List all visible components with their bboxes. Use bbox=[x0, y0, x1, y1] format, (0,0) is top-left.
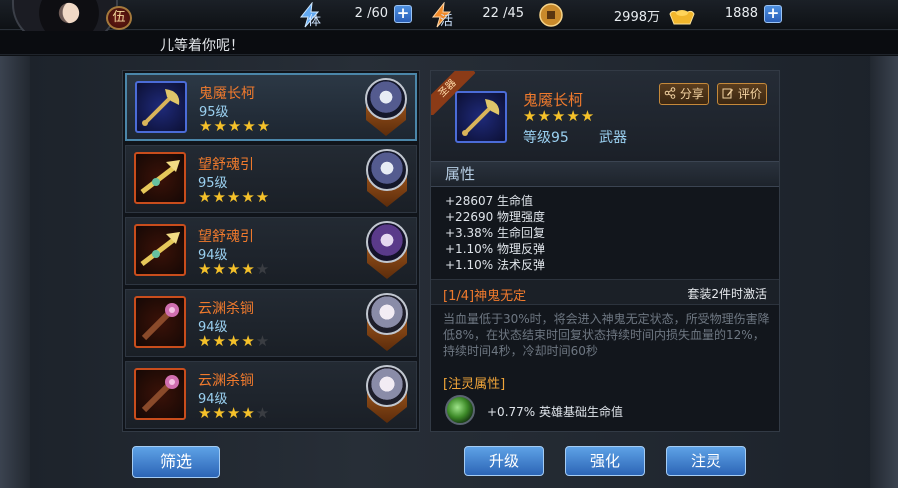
item-name: 云渊杀锏 bbox=[198, 301, 254, 317]
gold-plus-button[interactable]: + bbox=[764, 5, 782, 23]
hero-portrait bbox=[364, 365, 410, 425]
gold-stat: 1888 + bbox=[668, 4, 788, 26]
axe-icon bbox=[135, 81, 187, 133]
player-level-badge: 伍 bbox=[106, 6, 132, 30]
item-stars: ★★★★★ bbox=[198, 332, 271, 350]
attribute-line: +1.10% 法术反弹 bbox=[445, 258, 545, 272]
item-stars: ★★★★★ bbox=[199, 117, 272, 135]
share-icon bbox=[664, 87, 676, 99]
equipment-item[interactable]: 云渊杀锏 94级 ★★★★★ bbox=[125, 289, 417, 357]
axe-icon bbox=[455, 91, 507, 143]
set-activation: 套装2件时激活 bbox=[687, 287, 767, 301]
mace-icon bbox=[134, 296, 186, 348]
enhance-button[interactable]: 强化 bbox=[565, 446, 645, 476]
edit-icon bbox=[722, 88, 733, 99]
item-name: 云渊杀锏 bbox=[198, 373, 254, 389]
equipment-detail: 圣器 鬼魇长柯 ★★★★★ 等级95 武器 分享 评价 属性 +28607 生命… bbox=[430, 70, 780, 432]
item-stars: ★★★★★ bbox=[198, 188, 271, 206]
set-bonus-bar: [1/4]神鬼无定 套装2件时激活 bbox=[431, 279, 779, 305]
item-stars: ★★★★★ bbox=[198, 260, 271, 278]
share-label: 分享 bbox=[679, 87, 704, 101]
stamina-value: 2 /60 bbox=[354, 6, 388, 21]
attribute-line: +22690 物理强度 bbox=[445, 210, 546, 224]
hero-portrait bbox=[364, 221, 410, 281]
item-name: 鬼魇长柯 bbox=[199, 86, 255, 102]
scepter-icon bbox=[134, 224, 186, 276]
upgrade-button[interactable]: 升级 bbox=[464, 446, 544, 476]
spirit-value: +0.77% 英雄基础生命值 bbox=[487, 405, 623, 419]
detail-stars: ★★★★★ bbox=[523, 107, 596, 125]
set-name: [1/4]神鬼无定 bbox=[443, 289, 527, 304]
hero-portrait bbox=[363, 78, 409, 138]
stamina-stat: 体 2 /60 + bbox=[296, 2, 416, 29]
stamina-plus-button[interactable]: + bbox=[394, 5, 412, 23]
review-button[interactable]: 评价 bbox=[717, 83, 767, 105]
infuse-button[interactable]: 注灵 bbox=[666, 446, 746, 476]
attribute-line: +3.38% 生命回复 bbox=[445, 226, 545, 240]
stamina-label: 体 bbox=[308, 14, 322, 29]
gold-value: 1888 bbox=[724, 6, 758, 21]
announcement-marquee: 儿等着你呢！ bbox=[0, 31, 898, 55]
equipment-item[interactable]: 云渊杀锏 94级 ★★★★★ bbox=[125, 361, 417, 429]
scepter-icon bbox=[134, 152, 186, 204]
vitality-value: 22 /45 bbox=[482, 6, 524, 21]
vitality-label: 活 bbox=[440, 14, 454, 29]
share-button[interactable]: 分享 bbox=[659, 83, 709, 105]
detail-level: 等级95 bbox=[523, 130, 569, 146]
announcement-text: 儿等着你呢！ bbox=[160, 38, 244, 54]
set-description: 当血量低于30%时，将会进入神鬼无定状态，所受物理伤害降低8%，在状态结束时回复… bbox=[443, 312, 770, 358]
attribute-line: +28607 生命值 bbox=[445, 194, 534, 208]
gold-ingot-icon bbox=[669, 10, 695, 25]
detail-header: 圣器 鬼魇长柯 ★★★★★ 等级95 武器 分享 评价 bbox=[431, 71, 779, 161]
coins-value: 2998万 bbox=[613, 10, 660, 25]
equipment-item[interactable]: 望舒魂引 94级 ★★★★★ bbox=[125, 217, 417, 285]
coin-icon bbox=[539, 3, 563, 27]
mace-icon bbox=[134, 368, 186, 420]
hero-portrait bbox=[364, 149, 410, 209]
item-name: 望舒魂引 bbox=[198, 229, 254, 245]
hero-portrait bbox=[364, 293, 410, 353]
equipment-item[interactable]: 鬼魇长柯 95级 ★★★★★ bbox=[125, 73, 417, 141]
detail-type: 武器 bbox=[599, 130, 627, 146]
coins-stat: 2998万 bbox=[538, 3, 660, 27]
equipment-list[interactable]: 鬼魇长柯 95级 ★★★★★ 望舒魂引 95级 ★★★★★ 望舒魂引 94级 ★… bbox=[122, 70, 420, 432]
attribute-line: +1.10% 物理反弹 bbox=[445, 242, 545, 256]
frame-left-border bbox=[0, 56, 30, 488]
vitality-stat: 活 22 /45 bbox=[428, 2, 528, 29]
attributes-title: 属性 bbox=[431, 161, 779, 187]
equipment-item[interactable]: 望舒魂引 95级 ★★★★★ bbox=[125, 145, 417, 213]
leaf-gem-icon bbox=[445, 395, 475, 425]
filter-button[interactable]: 筛选 bbox=[132, 446, 220, 478]
review-label: 评价 bbox=[737, 87, 762, 101]
top-bar: 伍 体 2 /60 + 活 22 /45 2998万 1888 + bbox=[0, 0, 898, 44]
spirit-title: [注灵属性] bbox=[443, 377, 506, 392]
item-name: 望舒魂引 bbox=[198, 157, 254, 173]
item-stars: ★★★★★ bbox=[198, 404, 271, 422]
frame-right-border bbox=[870, 56, 898, 488]
